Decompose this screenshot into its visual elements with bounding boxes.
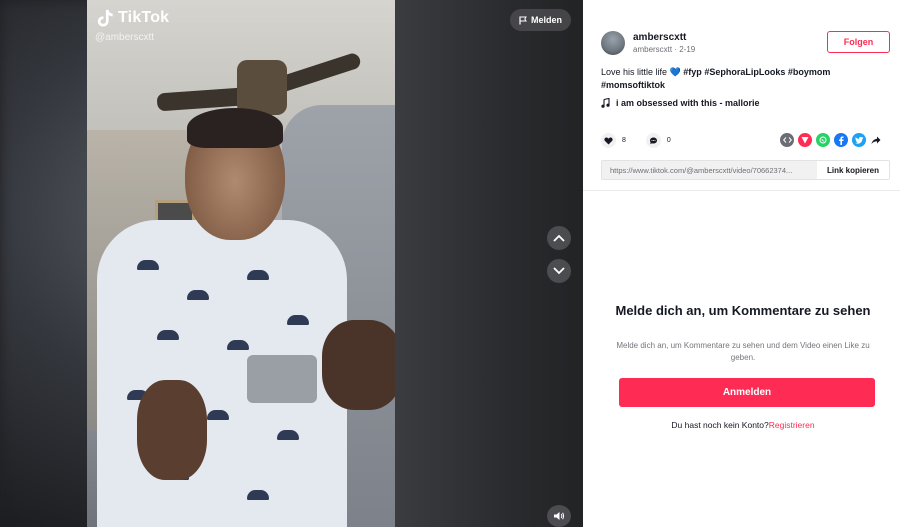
music-note-icon — [601, 98, 610, 108]
hashtag-link[interactable]: #momsoftiktok — [601, 80, 665, 90]
tiktok-video-page: TikTok @amberscxtt Melden amberscxtt amb… — [0, 0, 900, 527]
hashtag-link[interactable]: #fyp — [683, 67, 702, 77]
follow-button[interactable]: Folgen — [827, 31, 890, 53]
report-label: Melden — [530, 15, 562, 25]
comment-button[interactable] — [645, 133, 661, 148]
next-video-button[interactable] — [547, 259, 571, 283]
engagement-stats: 8 0 — [601, 133, 671, 148]
cloud-pattern — [227, 340, 249, 350]
author-meta: amberscxtt · 2-19 — [633, 45, 696, 54]
music-link[interactable]: i am obsessed with this - mallorie — [601, 98, 760, 108]
adult-hand — [322, 320, 395, 410]
share-row — [780, 133, 882, 147]
speaker-icon — [554, 512, 565, 520]
ceiling-fan-hub — [237, 60, 287, 115]
whatsapp-icon[interactable] — [816, 133, 830, 147]
send-icon[interactable] — [798, 133, 812, 147]
cloud-pattern — [247, 490, 269, 500]
author-info: amberscxtt amberscxtt · 2-19 — [633, 32, 695, 54]
register-link[interactable]: Registrieren — [769, 420, 815, 430]
like-count: 8 — [622, 137, 626, 144]
video-url-field[interactable]: https://www.tiktok.com/@amberscxtt/video… — [602, 161, 817, 179]
avatar[interactable] — [601, 31, 625, 55]
blue-heart-emoji: 💙 — [669, 67, 681, 77]
details-panel: amberscxtt amberscxtt · 2-19 Folgen Love… — [583, 0, 900, 527]
embed-icon[interactable] — [780, 133, 794, 147]
adult-hand — [137, 380, 207, 480]
no-account-text: Du hast noch kein Konto? — [671, 420, 769, 430]
tiktok-logo: TikTok — [96, 8, 169, 28]
facebook-icon[interactable] — [834, 133, 848, 147]
onesie-patch — [247, 355, 317, 403]
author-name[interactable]: amberscxtt — [633, 32, 695, 43]
flag-icon — [519, 16, 527, 24]
twitter-icon[interactable] — [852, 133, 866, 147]
hashtag-link[interactable]: #boymom — [788, 67, 831, 77]
heart-icon — [604, 137, 613, 144]
panel-divider — [583, 190, 900, 191]
cloud-pattern — [247, 270, 269, 280]
like-button[interactable] — [601, 133, 616, 148]
chevron-down-icon — [553, 267, 565, 275]
cloud-pattern — [187, 290, 209, 300]
login-prompt-subtitle: Melde dich an, um Kommentare zu sehen un… — [616, 341, 870, 362]
tiktok-wordmark: TikTok — [118, 9, 170, 26]
video-link-box: https://www.tiktok.com/@amberscxtt/video… — [601, 160, 890, 180]
cloud-pattern — [207, 410, 229, 420]
tiktok-note-icon — [97, 9, 113, 27]
baby-hair — [187, 108, 283, 148]
previous-video-button[interactable] — [547, 226, 571, 250]
cloud-pattern — [137, 260, 159, 270]
video-watermark-handle: @amberscxtt — [95, 32, 155, 43]
copy-link-button[interactable]: Link kopieren — [817, 161, 889, 179]
report-button[interactable]: Melden — [510, 9, 571, 31]
volume-button[interactable] — [547, 505, 571, 527]
music-title: i am obsessed with this - mallorie — [616, 98, 760, 108]
signup-prompt: Du hast noch kein Konto?Registrieren — [613, 420, 873, 430]
share-arrow-icon[interactable] — [870, 133, 882, 147]
comment-icon — [649, 137, 657, 144]
comment-count: 0 — [666, 137, 671, 144]
video-player[interactable] — [87, 0, 395, 527]
cloud-pattern — [287, 315, 309, 325]
caption-text: Love his little life — [601, 67, 668, 77]
cloud-pattern — [277, 430, 299, 440]
login-button[interactable]: Anmelden — [619, 378, 875, 407]
chevron-up-icon — [553, 234, 565, 242]
video-stage: TikTok @amberscxtt Melden — [0, 0, 583, 527]
video-caption: Love his little life 💙 #fyp #SephoraLipL… — [601, 66, 881, 92]
hashtag-link[interactable]: #SephoraLipLooks — [704, 67, 785, 77]
login-prompt-title: Melde dich an, um Kommentare zu sehen — [615, 303, 871, 318]
cloud-pattern — [157, 330, 179, 340]
author-block[interactable]: amberscxtt amberscxtt · 2-19 — [601, 31, 695, 55]
